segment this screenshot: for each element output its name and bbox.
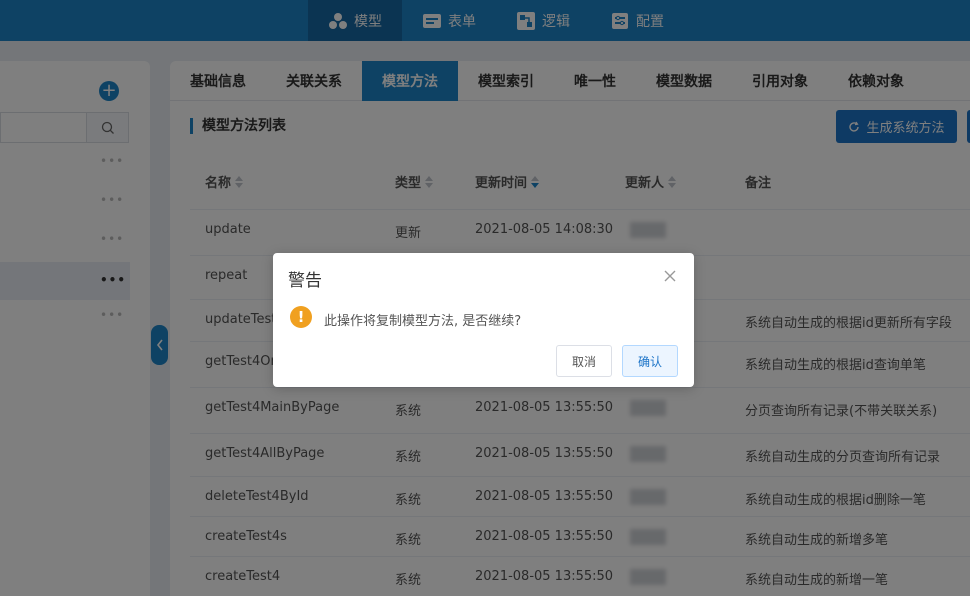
warning-icon: ! (290, 306, 312, 328)
warning-dialog: 警告 ! 此操作将复制模型方法, 是否继续? 取消 确认 (273, 253, 694, 387)
dialog-title: 警告 (288, 271, 322, 291)
cancel-button[interactable]: 取消 (556, 345, 612, 377)
confirm-button[interactable]: 确认 (622, 345, 678, 377)
dialog-message: 此操作将复制模型方法, 是否继续? (324, 314, 522, 329)
close-icon[interactable] (663, 269, 677, 283)
